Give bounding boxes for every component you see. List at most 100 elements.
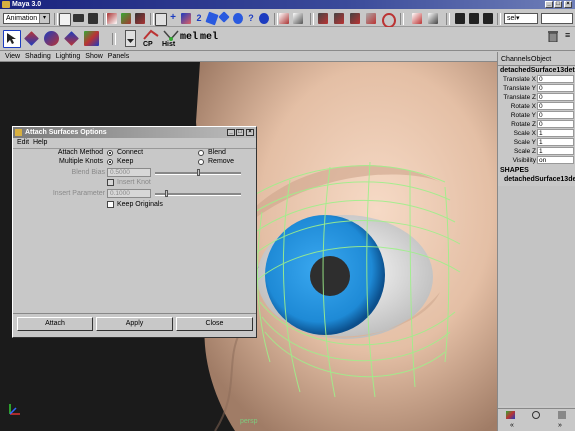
channel-value[interactable]: 0 bbox=[537, 120, 574, 128]
rendering-icon[interactable] bbox=[233, 13, 243, 24]
move-tool-icon[interactable] bbox=[24, 31, 39, 46]
deformer-icon[interactable] bbox=[205, 11, 219, 26]
multiple-knots-keep-label[interactable]: Keep bbox=[117, 158, 133, 166]
insert-parameter-slider-thumb[interactable] bbox=[165, 190, 168, 197]
ipr-render-icon[interactable] bbox=[469, 13, 479, 24]
dialog-title-bar[interactable]: Attach Surfaces Options _ □ × bbox=[13, 127, 256, 138]
channel-box-tab-channels[interactable]: Channels bbox=[501, 55, 531, 64]
close-button[interactable]: Close bbox=[176, 317, 253, 331]
layer-options-icon[interactable] bbox=[558, 411, 566, 419]
channel-value[interactable]: on bbox=[537, 156, 574, 164]
plus-icon[interactable]: + bbox=[168, 13, 178, 24]
blend-bias-field[interactable]: 0.5000 bbox=[107, 168, 151, 177]
multiple-knots-remove-label[interactable]: Remove bbox=[208, 158, 234, 166]
channel-row[interactable]: Scale Z1 bbox=[498, 147, 575, 156]
shelf-mel-button-2[interactable]: mel bbox=[200, 32, 218, 43]
snap-point-icon[interactable] bbox=[350, 13, 360, 24]
dialog-minimize-icon[interactable]: _ bbox=[227, 129, 235, 136]
construction-history-icon[interactable] bbox=[412, 13, 422, 24]
rotate-tool-icon[interactable] bbox=[44, 31, 59, 46]
panel-menu-lighting[interactable]: Lighting bbox=[56, 53, 81, 60]
dialog-maximize-icon[interactable]: □ bbox=[236, 129, 244, 136]
multiple-knots-keep-radio[interactable] bbox=[107, 159, 113, 165]
select-component-icon[interactable] bbox=[135, 13, 145, 24]
dynamics-icon[interactable] bbox=[218, 11, 230, 23]
attach-method-connect-radio[interactable] bbox=[107, 150, 113, 156]
channel-row[interactable]: Rotate Z0 bbox=[498, 120, 575, 129]
insert-knot-checkbox[interactable] bbox=[107, 179, 114, 186]
mask-icon[interactable] bbox=[155, 13, 167, 26]
channel-row[interactable]: Visibility on bbox=[498, 156, 575, 165]
attach-method-connect-label[interactable]: Connect bbox=[117, 149, 143, 157]
close-icon[interactable]: × bbox=[564, 1, 572, 8]
panel-menu-panels[interactable]: Panels bbox=[108, 53, 129, 60]
channel-row[interactable]: Translate Z0 bbox=[498, 93, 575, 102]
scale-tool-icon[interactable] bbox=[64, 31, 79, 46]
blend-bias-slider-thumb[interactable] bbox=[197, 169, 200, 176]
snap-live-icon[interactable] bbox=[382, 13, 396, 28]
quick-selection-input[interactable] bbox=[541, 13, 573, 24]
render-current-frame-icon[interactable] bbox=[455, 13, 465, 24]
shelf-cp-label[interactable]: CP bbox=[143, 41, 153, 48]
channel-value[interactable]: 1 bbox=[537, 129, 574, 137]
save-scene-icon[interactable] bbox=[88, 13, 98, 24]
snap-grid-icon[interactable] bbox=[318, 13, 328, 24]
blend-bias-slider[interactable] bbox=[155, 169, 241, 176]
new-scene-icon[interactable] bbox=[59, 13, 71, 26]
trash-icon[interactable] bbox=[548, 30, 558, 43]
channel-row[interactable]: Translate X0 bbox=[498, 75, 575, 84]
insert-parameter-field[interactable]: 0.1000 bbox=[107, 189, 151, 198]
panel-menu-shading[interactable]: Shading bbox=[25, 53, 51, 60]
open-scene-icon[interactable] bbox=[73, 14, 84, 22]
question-icon[interactable]: ? bbox=[246, 13, 256, 24]
channel-value[interactable]: 0 bbox=[537, 84, 574, 92]
select-object-icon[interactable] bbox=[121, 13, 131, 24]
multiple-knots-remove-radio[interactable] bbox=[198, 159, 204, 165]
channel-box-tab-object[interactable]: Object bbox=[531, 55, 551, 64]
quick-selection-field[interactable]: sel▾ bbox=[504, 13, 538, 24]
highlight-selection-icon[interactable] bbox=[293, 13, 303, 24]
surface-icon[interactable]: 2 bbox=[194, 13, 204, 24]
channel-value[interactable]: 0 bbox=[537, 102, 574, 110]
keep-originals-checkbox[interactable] bbox=[107, 201, 114, 208]
channel-row[interactable]: Translate Y0 bbox=[498, 84, 575, 93]
channel-row[interactable]: Rotate Y0 bbox=[498, 111, 575, 120]
curve-icon[interactable] bbox=[181, 13, 191, 24]
snap-curve-icon[interactable] bbox=[334, 13, 344, 24]
misc-icon[interactable] bbox=[259, 13, 269, 24]
render-globals-icon[interactable] bbox=[483, 13, 493, 24]
app-title-bar[interactable]: Maya 3.0 _ □ × bbox=[0, 0, 575, 9]
insert-parameter-slider[interactable] bbox=[155, 190, 241, 197]
insert-knot-label[interactable]: Insert Knot bbox=[117, 179, 151, 187]
channel-value[interactable]: 0 bbox=[537, 75, 574, 83]
menu-set-select[interactable]: Animation ▾ bbox=[3, 13, 50, 24]
attach-button[interactable]: Attach bbox=[17, 317, 93, 331]
snap-view-plane-icon[interactable] bbox=[366, 13, 376, 24]
dialog-menu-edit[interactable]: Edit bbox=[17, 139, 29, 146]
select-tool-icon[interactable] bbox=[3, 30, 21, 48]
shape-name[interactable]: detachedSurface13de bbox=[504, 175, 575, 184]
attach-method-blend-radio[interactable] bbox=[198, 150, 204, 156]
layer-circle-icon[interactable] bbox=[532, 411, 540, 419]
attach-method-blend-label[interactable]: Blend bbox=[208, 149, 226, 157]
keep-originals-label[interactable]: Keep Originals bbox=[117, 201, 163, 209]
minimize-icon[interactable]: _ bbox=[545, 1, 553, 8]
shelf-tabs-icon[interactable]: ≡ bbox=[565, 30, 570, 40]
layer-icon[interactable] bbox=[506, 411, 515, 419]
shelf-menu-icon[interactable] bbox=[125, 30, 136, 47]
panel-menu-view[interactable]: View bbox=[5, 53, 20, 60]
panel-menu-show[interactable]: Show bbox=[85, 53, 103, 60]
channel-value[interactable]: 0 bbox=[537, 93, 574, 101]
double-chevron-right-icon[interactable]: » bbox=[558, 421, 562, 431]
apply-button[interactable]: Apply bbox=[96, 317, 173, 331]
select-hierarchy-icon[interactable] bbox=[107, 13, 117, 24]
channel-row[interactable]: Scale Y1 bbox=[498, 138, 575, 147]
channel-row[interactable]: Scale X1 bbox=[498, 129, 575, 138]
lock-selection-icon[interactable] bbox=[279, 13, 289, 24]
dialog-menu-help[interactable]: Help bbox=[33, 139, 47, 146]
channel-value[interactable]: 0 bbox=[537, 111, 574, 119]
dialog-close-icon[interactable]: × bbox=[246, 129, 254, 136]
double-chevron-left-icon[interactable]: « bbox=[510, 421, 514, 431]
shelf-mel-button-1[interactable]: mel bbox=[180, 32, 198, 43]
manipulator-tool-icon[interactable] bbox=[84, 31, 99, 46]
